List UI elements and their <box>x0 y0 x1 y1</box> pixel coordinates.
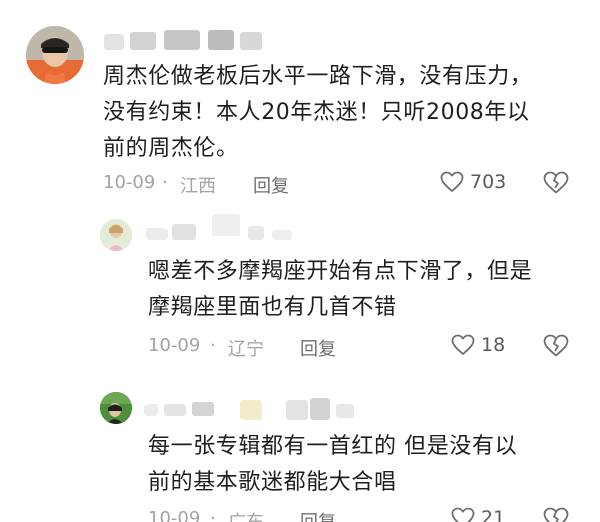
heart-outline-icon <box>451 334 475 355</box>
heart-outline-icon <box>440 171 464 192</box>
username-blurred <box>172 224 196 240</box>
comment-text-line: 前的基本歌迷都能大合唱 <box>148 470 397 495</box>
comment-location: 广东 <box>228 508 264 522</box>
username-blurred <box>192 402 214 416</box>
comment-text-line: 前的周杰伦。 <box>103 136 239 161</box>
like-button[interactable]: 18 <box>451 334 505 356</box>
username-blurred <box>286 400 308 420</box>
username-blurred <box>310 398 330 420</box>
comment-text-line: 每一张专辑都有一首红的 但是没有以 <box>148 434 518 459</box>
username-blurred <box>272 230 292 240</box>
username-blurred <box>130 32 156 50</box>
comment-date: 10-09 <box>148 335 201 356</box>
reply-button[interactable]: 回复 <box>300 335 336 361</box>
comment-date: 10-09 <box>103 172 156 193</box>
reply-button[interactable]: 回复 <box>253 172 289 198</box>
username-blurred <box>146 228 168 240</box>
username-blurred <box>208 30 234 50</box>
comment-date: 10-09 <box>148 508 201 522</box>
username-blurred <box>164 30 200 50</box>
like-button[interactable]: 21 <box>451 507 505 522</box>
comment-text-line: 周杰伦做老板后水平一路下滑，没有压力， <box>103 64 533 89</box>
username-blurred <box>164 404 186 416</box>
broken-heart-icon[interactable] <box>543 507 569 522</box>
broken-heart-icon[interactable] <box>543 334 569 358</box>
comment-location: 辽宁 <box>228 339 264 360</box>
username-blurred <box>336 404 354 418</box>
username-blurred <box>240 32 262 50</box>
meta-separator: · <box>210 508 216 522</box>
reply-button[interactable]: 回复 <box>300 508 336 522</box>
username-blurred <box>104 34 124 50</box>
comment-text-line: 摩羯座里面也有几首不错 <box>148 295 397 320</box>
avatar[interactable] <box>100 219 132 251</box>
meta-separator: · <box>162 172 168 193</box>
heart-outline-icon <box>451 507 475 522</box>
like-button[interactable]: 703 <box>440 171 506 193</box>
like-count: 21 <box>481 507 506 522</box>
username-blurred <box>212 214 240 236</box>
like-count: 18 <box>481 334 506 356</box>
comment-text-line: 嗯差不多摩羯座开始有点下滑了，但是 <box>148 259 533 284</box>
avatar[interactable] <box>100 392 132 424</box>
comment-text-line: 没有约束！本人20年杰迷！只听2008年以 <box>103 100 530 125</box>
like-count: 703 <box>470 171 507 193</box>
meta-separator: · <box>210 335 216 356</box>
username-blurred <box>248 226 264 240</box>
broken-heart-icon[interactable] <box>543 171 569 195</box>
username-blurred <box>240 400 262 420</box>
username-blurred <box>144 404 158 416</box>
comment-location: 江西 <box>180 176 216 197</box>
avatar[interactable] <box>26 26 84 84</box>
